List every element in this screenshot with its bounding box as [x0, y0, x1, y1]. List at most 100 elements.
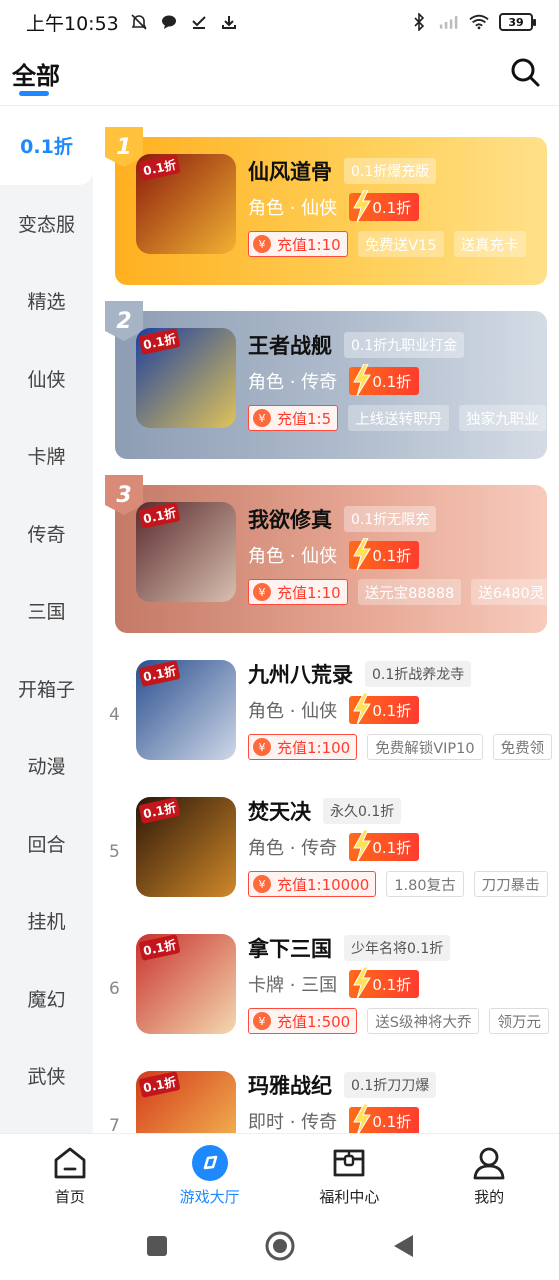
game-category: 角色 · 仙侠 [248, 198, 338, 219]
recharge-label: 充值1:10000 [277, 875, 370, 894]
meta-line: 角色 · 仙侠 0.1折 [248, 538, 420, 570]
sidebar-item[interactable]: 魔幻 [0, 960, 93, 1038]
promo-tag: 0.1折爆充版 [344, 158, 437, 184]
game-row[interactable]: 7 0.1折 玛雅战纪 0.1折刀刀爆 即时 · 传奇 0.1折 [93, 1066, 559, 1133]
recharge-tag: ¥ 充值1:500 [248, 1008, 358, 1034]
lightning-icon [353, 830, 372, 862]
game-category: 角色 · 传奇 [248, 838, 338, 859]
game-thumbnail[interactable]: 0.1折 [136, 660, 236, 760]
game-title[interactable]: 玛雅战纪 [248, 1070, 332, 1100]
tag-line: ¥ 充值1:10 送元宝88888 送6480灵 [248, 579, 552, 605]
nav-mine[interactable]: 我的 [419, 1134, 559, 1215]
feature-tag: 领万元 [489, 1008, 549, 1034]
back-triangle-icon [393, 1234, 413, 1257]
thumb-discount-tag: 0.1折 [138, 934, 181, 961]
lightning-icon [353, 190, 372, 222]
game-title[interactable]: 焚天决 [248, 796, 311, 826]
tag-line: ¥ 充值1:10000 1.80复古 刀刀暴击 [248, 871, 548, 897]
promo-tag: 0.1折战养龙寺 [365, 661, 472, 687]
game-row[interactable]: 5 0.1折 焚天决 永久0.1折 角色 · 传奇 0.1折 ¥ 充值1:10000 1.80复… [93, 792, 559, 912]
game-thumbnail[interactable]: 0.1折 [136, 934, 236, 1034]
game-title[interactable]: 我欲修真 [248, 504, 332, 534]
back-system-button[interactable] [391, 1233, 415, 1263]
game-thumbnail[interactable]: 0.1折 [136, 154, 236, 254]
meta-line: 卡牌 · 三国 0.1折 [248, 967, 420, 999]
nav-home[interactable]: 首页 [0, 1134, 140, 1215]
thumb-discount-tag: 0.1折 [138, 154, 181, 181]
search-button[interactable] [509, 56, 541, 88]
home-system-button[interactable] [264, 1230, 296, 1266]
sidebar-item[interactable]: 0.1折 [0, 107, 93, 185]
sidebar-item[interactable]: 精选 [0, 262, 93, 340]
circle-icon [265, 1231, 294, 1260]
feature-tag: 免费领 [492, 734, 553, 760]
recharge-label: 充值1:10 [277, 583, 341, 602]
nav-game-hall[interactable]: 游戏大厅 [140, 1134, 280, 1215]
game-title[interactable]: 九州八荒录 [248, 659, 353, 689]
nav-welfare-label: 福利中心 [319, 1188, 380, 1206]
promo-tag: 0.1折无限充 [344, 506, 437, 532]
game-category: 角色 · 传奇 [248, 372, 338, 393]
system-nav-bar [0, 1215, 559, 1280]
promo-tag: 少年名将0.1折 [344, 935, 451, 961]
nav-welfare[interactable]: 福利中心 [280, 1134, 420, 1215]
title-line: 玛雅战纪 0.1折刀刀爆 [248, 1070, 437, 1100]
game-row[interactable]: 4 0.1折 九州八荒录 0.1折战养龙寺角色 · 仙侠 0.1折 ¥ 充值1:100 免费解… [93, 655, 559, 775]
game-thumbnail[interactable]: 0.1折 [136, 1071, 236, 1133]
meta-line: 角色 · 传奇 0.1折 [248, 364, 420, 396]
rank-number: 4 [109, 705, 120, 725]
page-title[interactable]: 全部 [12, 56, 60, 91]
rank-number: 5 [109, 842, 120, 862]
game-list[interactable]: 1 0.1折 仙风道骨 0.1折爆充版 角色 · 仙侠 0.1折 ¥ 充值1:10 免费送V15… [93, 107, 559, 1133]
mute-icon [129, 12, 149, 32]
sidebar-item[interactable]: 卡牌 [0, 417, 93, 495]
yen-coin-icon: ¥ [253, 875, 271, 893]
sidebar-item[interactable]: 动漫 [0, 727, 93, 805]
sidebar-item[interactable]: 仙侠 [0, 340, 93, 418]
discount-badge: 0.1折 [349, 967, 420, 999]
rank-number: 7 [109, 1116, 120, 1133]
nav-mine-label: 我的 [474, 1188, 505, 1206]
recharge-tag: ¥ 充值1:10 [248, 231, 348, 257]
lightning-icon [353, 364, 372, 396]
discount-label: 0.1折 [372, 546, 412, 565]
recents-button[interactable] [145, 1234, 169, 1262]
feature-tag: 上线送转职丹 [348, 405, 450, 431]
feature-tag: 免费送V15 [357, 231, 444, 257]
tag-line: ¥ 充值1:100 免费解锁VIP10 免费领 [248, 734, 553, 760]
category-sidebar: 0.1折 变态服 精选 仙侠 卡牌 传奇 三国 开箱子 动漫 回合 挂机 魔幻 武侠 [0, 107, 93, 1133]
user-icon [470, 1144, 508, 1182]
sidebar-item[interactable]: 变态服 [0, 185, 93, 263]
feature-tag: 送6480灵 [471, 579, 552, 605]
game-hall-icon [191, 1144, 229, 1182]
game-title[interactable]: 拿下三国 [248, 933, 332, 963]
nav-game-hall-label: 游戏大厅 [179, 1188, 240, 1206]
sidebar-item[interactable]: 三国 [0, 572, 93, 650]
discount-badge: 0.1折 [349, 1104, 420, 1133]
recharge-tag: ¥ 充值1:10000 [248, 871, 377, 897]
sidebar-item[interactable]: 开箱子 [0, 650, 93, 728]
game-thumbnail[interactable]: 0.1折 [136, 797, 236, 897]
promo-tag: 0.1折九职业打金 [344, 332, 465, 358]
meta-line: 角色 · 仙侠 0.1折 [248, 693, 420, 725]
game-thumbnail[interactable]: 0.1折 [136, 502, 236, 602]
search-icon [511, 58, 540, 87]
yen-coin-icon: ¥ [253, 235, 271, 253]
sidebar-item[interactable]: 挂机 [0, 882, 93, 960]
game-title[interactable]: 王者战舰 [248, 330, 332, 360]
sidebar-item[interactable]: 传奇 [0, 495, 93, 573]
game-thumbnail[interactable]: 0.1折 [136, 328, 236, 428]
discount-badge: 0.1折 [349, 364, 420, 396]
sidebar-item[interactable]: 回合 [0, 805, 93, 883]
discount-badge: 0.1折 [349, 830, 420, 862]
square-icon [146, 1235, 167, 1256]
recharge-tag: ¥ 充值1:100 [248, 734, 358, 760]
sidebar-item[interactable]: 武侠 [0, 1037, 93, 1115]
recharge-label: 充值1:5 [277, 409, 332, 428]
tag-line: ¥ 充值1:5 上线送转职丹 独家九职业 [248, 405, 546, 431]
download-icon [219, 12, 239, 32]
game-row[interactable]: 6 0.1折 拿下三国 少年名将0.1折 卡牌 · 三国 0.1折 ¥ 充值1:500 送S级神… [93, 929, 559, 1049]
bottom-nav: 首页 游戏大厅 福利中心 我的 [0, 1133, 559, 1215]
game-title[interactable]: 仙风道骨 [248, 156, 332, 186]
title-line: 王者战舰 0.1折九职业打金 [248, 330, 465, 360]
